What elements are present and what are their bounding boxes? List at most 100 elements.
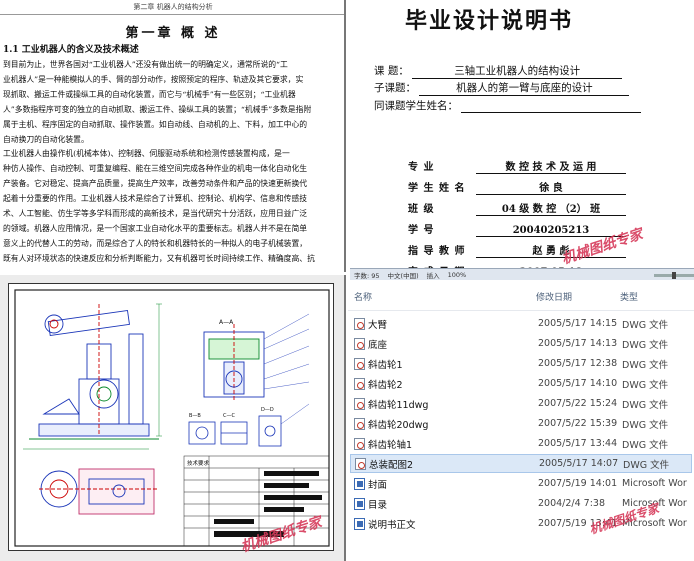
detail-sections [188,415,282,447]
info-label: 学 号 [408,225,435,236]
paragraph-line: 意义上的代替人工的劳动，而是综合了人的特长和机器特长的一种拟人的电子机械装置， [3,239,308,248]
file-type: DWG 文件 [622,359,669,371]
paragraph-line: 业机器人”是一种能模拟人的手、臂的部分动作，按照预定的程序、轨迹及其它要求，实 [3,75,304,84]
dwg-file-icon [355,457,366,470]
file-name: 斜齿轮11dwg [368,399,429,411]
column-header-type[interactable]: 类型 [620,290,638,303]
file-name: 目录 [368,499,388,511]
file-date: 2005/5/17 13:44 [538,438,618,449]
paragraph-line: 工业机器人由操作机(机械本体)、控制器、伺服驱动系统和检测传感装置构成，是一 [3,149,290,158]
file-date: 2004/2/4 7:38 [538,498,606,509]
dwg-file-icon [354,337,365,350]
file-row[interactable]: 总装配图2 2005/5/17 14:07 DWG 文件 [350,454,692,473]
drawing-sheet: A—A B—B C—C D—D 技术要求 机械图纸专家 [8,283,334,556]
column-header-date[interactable]: 修改日期 [536,290,572,303]
section-a-label: A—A [219,319,234,326]
info-label: 班 级 [408,204,435,215]
paragraph-line: 到目前为止，世界各国对“工业机器人”还没有做出统一的明确定义，通常所说的“工 [3,60,288,69]
insert-mode[interactable]: 插入 [427,270,440,280]
paragraph-line: 术、人工智能、仿生学等多学科而形成的高新技术，是当代研究十分活跃，应用日益广泛 [3,209,308,218]
info-row: 专 业数 控 技 术 及 运 用 [408,158,626,174]
subtopic-row: 子课题： 机器人的第一臂与底座的设计 [374,80,630,96]
file-name: 斜齿轮轴1 [368,439,413,451]
word-document-icon [354,497,365,510]
file-name: 总装配图2 [369,459,414,471]
file-row[interactable]: 大臂 2005/5/17 14:15 DWG 文件 [350,314,692,333]
file-date: 2005/5/17 14:10 [538,378,618,389]
paragraph-composition: 工业机器人由操作机(机械本体)、控制器、伺服驱动系统和检测传感装置构成，是一种仿… [3,146,344,266]
file-date: 2005/5/17 14:15 [538,318,618,329]
file-row[interactable]: 斜齿轮轴1 2005/5/17 13:44 DWG 文件 [350,434,692,453]
zoom-percent[interactable]: 100% [448,271,467,279]
file-date: 2007/5/22 15:39 [538,418,618,429]
info-row: 班 级 04 级 数 控 （2） 班 [408,200,626,216]
section-d-label: D—D [261,407,274,413]
thesis-cover-page: 毕业设计说明书 课 题： 三轴工业机器人的结构设计 子课题： 机器人的第一臂与底… [350,0,694,270]
topic-row: 课 题： 三轴工业机器人的结构设计 [374,63,623,79]
cad-drawing-viewport[interactable]: A—A B—B C—C D—D 技术要求 机械图纸专家 [0,275,346,561]
language-indicator[interactable]: 中文(中国) [388,270,419,280]
title-block-heading: 技术要求 [187,459,210,467]
file-date: 2005/5/17 12:38 [538,358,618,369]
file-name: 说明书正文 [368,519,416,531]
file-row[interactable]: 斜齿轮20dwg 2007/5/22 15:39 DWG 文件 [350,414,692,433]
info-label: 学 生 姓 名 [408,183,466,194]
dwg-file-icon [354,437,365,450]
paragraph-definition: 到目前为止，世界各国对“工业机器人”还没有做出统一的明确定义，通常所说的“工业机… [3,57,344,147]
paragraph-line: 自动换刀的自动化装置。 [3,135,89,144]
paragraph-line: 产装备。它对稳定、提高产品质量，提高生产效率，改善劳动条件和产品的快速更新换代 [3,179,308,188]
file-type: DWG 文件 [622,319,669,331]
robot-plan-view [39,468,159,515]
word-document-icon [354,517,365,530]
section-c-label: C—C [223,413,235,419]
dwg-file-icon [354,417,365,430]
info-label: 指 导 教 师 [408,246,466,257]
peers-row: 同课题学生姓名： [374,98,642,113]
file-name: 斜齿轮2 [368,379,403,391]
robot-elevation-view [29,304,159,440]
file-row[interactable]: 封面 2007/5/19 14:01 Microsoft Wor [350,474,692,493]
file-name: 大臂 [368,319,388,331]
file-type: DWG 文件 [622,419,669,431]
info-value: 04 级 数 控 （2） 班 [476,200,626,216]
file-row[interactable]: 斜齿轮11dwg 2007/5/22 15:24 DWG 文件 [350,394,692,413]
file-type: Microsoft Wor [622,478,687,489]
info-row: 学 号 20040205213 [408,221,626,237]
word-count: 字数: 95 [354,272,380,280]
file-type: DWG 文件 [623,459,670,471]
file-type: DWG 文件 [622,399,669,411]
file-date: 2007/5/19 14:01 [538,478,618,489]
peers-label: 同课题学生姓名： [374,100,458,112]
word-document-icon [354,477,365,490]
file-row[interactable]: 斜齿轮1 2005/5/17 12:38 DWG 文件 [350,354,692,373]
file-row[interactable]: 底座 2005/5/17 14:13 DWG 文件 [350,334,692,353]
info-row: 学 生 姓 名徐 良 [408,179,626,195]
cover-title: 毕业设计说明书 [405,9,574,34]
file-type: DWG 文件 [622,439,669,451]
running-header: 第二章 机器人的结构分析 [0,2,344,15]
info-value: 数 控 技 术 及 运 用 [476,158,626,174]
dwg-file-icon [354,357,365,370]
file-date: 2005/5/17 14:13 [538,338,618,349]
paragraph-line: 起着十分重要的作用。工业机器人技术是综合了计算机、控制论、机构学、信息和传感技 [3,194,308,203]
file-name: 斜齿轮20dwg [368,419,429,431]
chapter-title: 第一章 概 述 [125,26,221,41]
file-date: 2005/5/17 14:07 [539,458,619,469]
file-name: 封面 [368,479,388,491]
chapter-document-page: 第二章 机器人的结构分析 第一章 概 述 1.1 工业机器人的含义及技术概述 到… [0,0,346,272]
paragraph-line: 人”多数指程序可变的独立的自动抓取、搬运工件、操纵工具的装置；“机械手”多数是指… [3,105,312,114]
file-name: 斜齿轮1 [368,359,403,371]
zoom-slider[interactable] [654,271,694,279]
section-b-label: B—B [189,413,201,419]
column-header-name[interactable]: 名称 [354,290,372,303]
topic-label: 课 题： [374,65,409,77]
file-type: DWG 文件 [622,339,669,351]
subtopic-label: 子课题： [374,82,416,94]
info-value: 徐 良 [476,179,626,195]
paragraph-line: 属于主机、程序固定的自动抓取、操作装置。如自动线、自动机的上、下料，加工中心的 [3,120,308,129]
paragraph-line: 现抓取、搬运工件或操纵工具的自动化装置，而它与“机械手”有一些区别；“工业机器 [3,90,296,99]
file-row[interactable]: 斜齿轮2 2005/5/17 14:10 DWG 文件 [350,374,692,393]
dwg-file-icon [354,377,365,390]
paragraph-line: 种仿人操作、自动控制、可重复编程、能在三维空间完成各种作业的机电一体化自动化生 [3,164,308,173]
zoom-slider-knob[interactable] [672,271,676,279]
